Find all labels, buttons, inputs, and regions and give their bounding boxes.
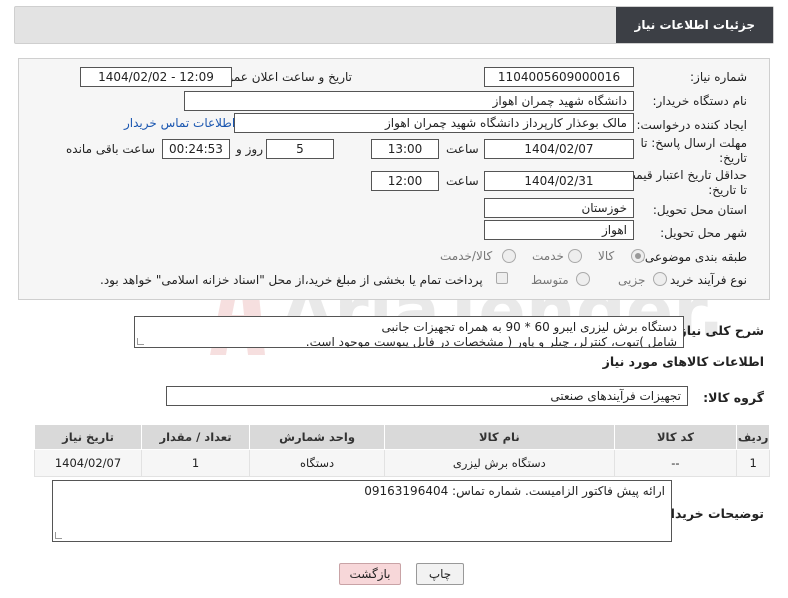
col-unit: واحد شمارش xyxy=(249,424,386,450)
back-button[interactable]: بازگشت xyxy=(339,563,401,585)
cell-unit: دستگاه xyxy=(249,449,386,477)
description-textarea: دستگاه برش لیزری ایبرو 60 * 90 به همراه … xyxy=(134,316,684,348)
category-radio-service[interactable] xyxy=(568,249,582,263)
purchase-radio-medium[interactable] xyxy=(576,272,590,286)
goods-table: ردیف کد کالا نام کالا واحد شمارش تعداد /… xyxy=(33,424,770,477)
delivery-city-field: اهواز xyxy=(484,220,634,240)
need-number-field: 1104005609000016 xyxy=(484,67,634,87)
description-label: شرح کلی نیاز: xyxy=(674,323,764,338)
goods-group-field: تجهیزات فرآیندهای صنعتی xyxy=(166,386,688,406)
need-number-label: شماره نیاز: xyxy=(690,70,747,84)
price-validity-date-field: 1404/02/31 xyxy=(484,171,634,191)
time-remaining-field: 00:24:53 xyxy=(162,139,230,159)
delivery-province-field: خوزستان xyxy=(484,198,634,218)
reply-date-field: 1404/02/07 xyxy=(484,139,634,159)
col-item-code: کد کالا xyxy=(613,424,738,450)
price-validity-time-field: 12:00 xyxy=(371,171,439,191)
cell-item-code: -- xyxy=(613,449,738,477)
buyer-org-label: نام دستگاه خریدار: xyxy=(652,94,748,108)
delivery-city-label: شهر محل تحویل: xyxy=(660,226,747,240)
category-service-label: خدمت xyxy=(532,249,564,263)
category-label: طبقه بندی موضوعی: xyxy=(640,250,747,264)
reply-time-field: 13:00 xyxy=(371,139,439,159)
reply-deadline-label: مهلت ارسال پاسخ: تا xyxy=(640,136,747,150)
delivery-province-label: استان محل تحویل: xyxy=(652,203,747,217)
category-goods-service-label: کالا/خدمت xyxy=(440,249,493,263)
goods-table-header: ردیف کد کالا نام کالا واحد شمارش تعداد /… xyxy=(33,424,770,450)
col-item-name: نام کالا xyxy=(384,424,615,450)
treasury-checkbox[interactable] xyxy=(496,272,508,284)
reply-time-label: ساعت xyxy=(446,142,479,156)
purchase-type-label: نوع فرآیند خرید : xyxy=(662,273,747,287)
time-remaining-label: ساعت باقی مانده xyxy=(66,142,156,156)
purchase-minor-label: جزیی xyxy=(618,273,646,287)
purchase-radio-minor[interactable] xyxy=(653,272,667,286)
announce-datetime-field: 1404/02/02 - 12:09 xyxy=(80,67,232,87)
requester-label: ایجاد کننده درخواست: xyxy=(636,118,747,132)
col-quantity: تعداد / مقدار xyxy=(141,424,251,450)
purchase-medium-label: متوسط xyxy=(531,273,569,287)
requester-field: مالک بوعذار کارپرداز دانشگاه شهید چمران … xyxy=(234,113,634,133)
treasury-checkbox-label: پرداخت تمام یا بخشی از مبلغ خرید،از محل … xyxy=(100,273,483,287)
page-title: جزئیات اطلاعات نیاز xyxy=(616,7,773,43)
print-button[interactable]: چاپ xyxy=(416,563,464,585)
cell-row-number: 1 xyxy=(736,449,770,477)
buyer-contact-link[interactable]: اطلاعات تماس خریدار xyxy=(124,116,235,130)
price-validity-label: حداقل تاریخ اعتبار قیمت: xyxy=(620,168,747,182)
price-validity-label-2: تا تاریخ: xyxy=(708,183,747,197)
col-need-date: تاریخ نیاز xyxy=(33,424,143,450)
page-header: جزئیات اطلاعات نیاز xyxy=(14,6,774,44)
buyer-notes-label: توضیحات خریدار: xyxy=(658,506,764,521)
days-label: روز و xyxy=(236,142,263,156)
category-radio-goods-service[interactable] xyxy=(502,249,516,263)
price-validity-time-label: ساعت xyxy=(446,174,479,188)
days-remaining-field: 5 xyxy=(266,139,334,159)
description-line-2: شامل )تیوب، کنترلر، چیلر و پاور ( مشخصات… xyxy=(305,335,677,348)
category-radio-goods[interactable] xyxy=(631,249,645,263)
table-row: 1 -- دستگاه برش لیزری دستگاه 1 1404/02/0… xyxy=(33,449,770,477)
reply-deadline-label-2: تاریخ: xyxy=(719,151,747,165)
buyer-notes-textarea: ارائه پیش فاکتور الزامیست. شماره تماس: 0… xyxy=(52,480,672,542)
goods-group-label: گروه کالا: xyxy=(703,390,764,405)
goods-section-title: اطلاعات کالاهای مورد نیاز xyxy=(602,354,764,369)
cell-need-date: 1404/02/07 xyxy=(33,449,143,477)
category-goods-label: کالا xyxy=(598,249,615,263)
col-row-number: ردیف xyxy=(736,424,770,450)
cell-quantity: 1 xyxy=(141,449,251,477)
cell-item-name: دستگاه برش لیزری xyxy=(384,449,615,477)
description-line-1: دستگاه برش لیزری ایبرو 60 * 90 به همراه … xyxy=(381,320,677,334)
buyer-org-field: دانشگاه شهید چمران اهواز xyxy=(184,91,634,111)
